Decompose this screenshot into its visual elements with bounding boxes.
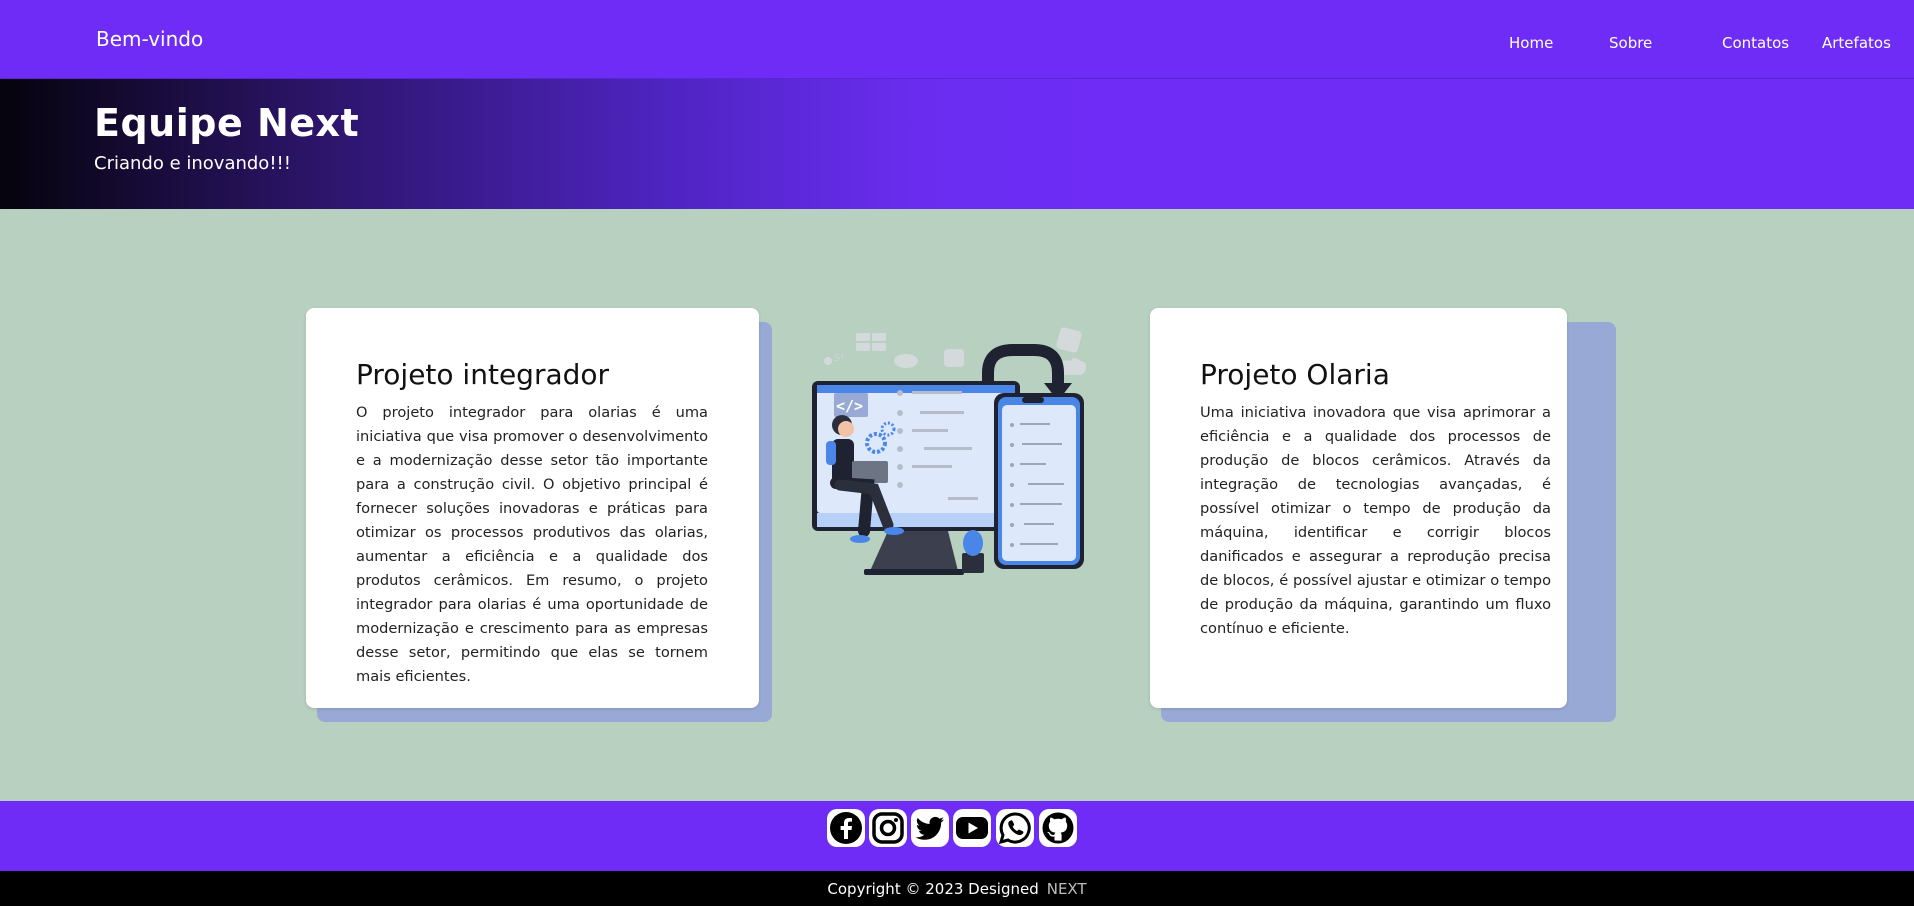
card-projeto-olaria: Projeto Olaria Uma iniciativa inovadora …	[1150, 308, 1567, 708]
code-tag-label: </>	[836, 397, 863, 415]
nav-link-home[interactable]: Home	[1509, 34, 1553, 52]
nav-link-sobre[interactable]: Sobre	[1609, 34, 1652, 52]
whatsapp-icon[interactable]	[996, 809, 1034, 847]
card-title: Projeto integrador	[356, 358, 610, 391]
youtube-icon[interactable]	[953, 809, 991, 847]
facebook-icon[interactable]	[827, 809, 865, 847]
brand-link[interactable]: Bem-vindo	[96, 27, 203, 51]
twitter-icon[interactable]	[911, 809, 949, 847]
hero-header: Equipe Next Criando e inovando!!!	[0, 78, 1914, 209]
card-title: Projeto Olaria	[1200, 358, 1390, 391]
nav-link-contatos[interactable]: Contatos	[1722, 34, 1789, 52]
github-icon[interactable]	[1039, 809, 1077, 847]
navbar: Bem-vindo Home Sobre Contatos Artefatos	[0, 0, 1914, 78]
page-subtitle: Criando e inovando!!!	[94, 153, 291, 174]
nav-link-artefatos[interactable]: Artefatos	[1822, 34, 1891, 52]
instagram-icon[interactable]	[869, 809, 907, 847]
copyright-brand: NEXT	[1046, 879, 1087, 898]
card-projeto-integrador: Projeto integrador O projeto integrador …	[306, 308, 759, 708]
footer-social-bar	[0, 801, 1914, 871]
page-title: Equipe Next	[94, 101, 360, 145]
card-body: Uma iniciativa inovadora que visa aprimo…	[1200, 404, 1551, 637]
card-body: O projeto integrador para olarias é uma …	[356, 404, 708, 685]
svg-text:S!: S!	[834, 353, 844, 364]
copyright-text: Copyright © 2023 Designed	[827, 879, 1039, 898]
developer-illustration: S! </>	[808, 325, 1108, 575]
copyright-bar: Copyright © 2023 Designed NEXT	[0, 871, 1914, 906]
